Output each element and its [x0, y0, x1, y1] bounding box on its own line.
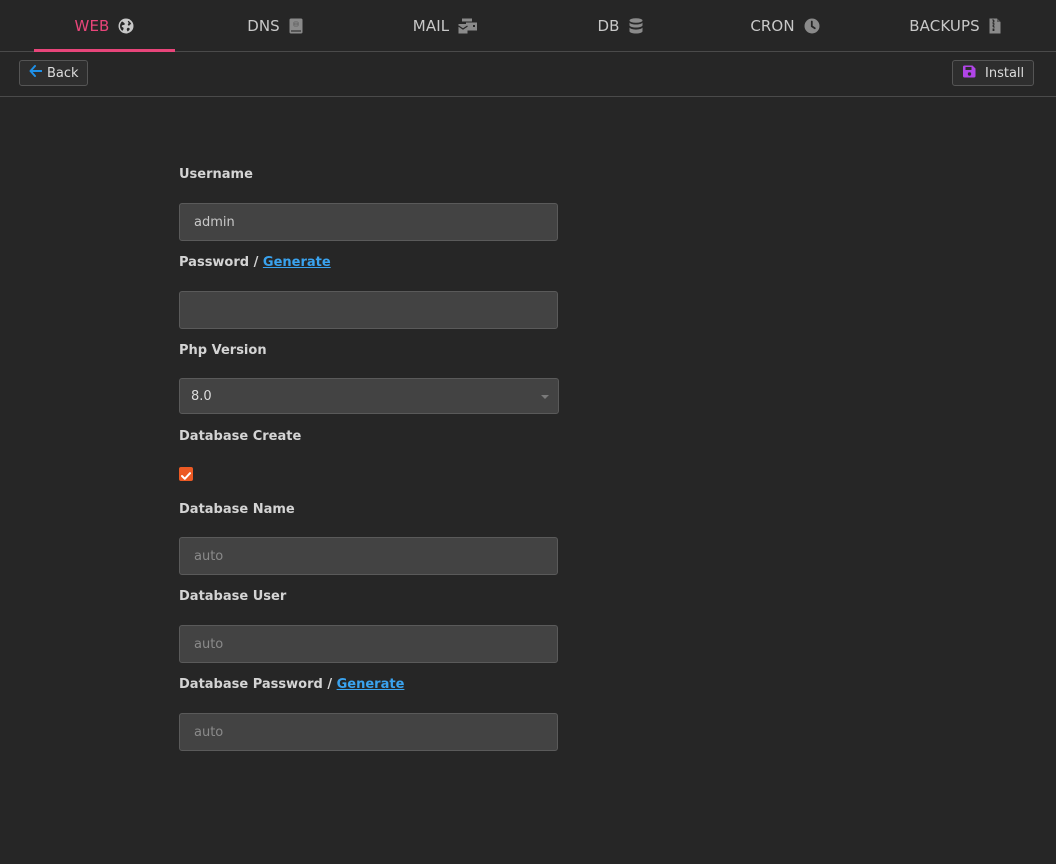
- php-version-select[interactable]: 8.0: [179, 378, 559, 414]
- tab-bar: WEB DNS MAIL DB CRON BACKUPS: [0, 0, 1056, 52]
- php-version-selected: 8.0: [191, 388, 212, 404]
- checkmark-icon: [181, 465, 191, 484]
- tab-web[interactable]: WEB: [34, 0, 175, 52]
- tab-cron-label: CRON: [750, 16, 795, 35]
- tab-web-label: WEB: [74, 16, 110, 35]
- database-user-input[interactable]: [179, 625, 558, 663]
- password-label: Password / Generate: [179, 255, 331, 270]
- database-password-label-separator: /: [322, 677, 337, 692]
- tab-mail-label: MAIL: [412, 16, 450, 35]
- install-button[interactable]: Install: [952, 60, 1034, 86]
- tab-db[interactable]: DB: [555, 0, 685, 51]
- chevron-down-icon: [541, 395, 549, 399]
- address-book-icon: [289, 18, 303, 34]
- database-name-label: Database Name: [179, 502, 295, 517]
- database-password-label-text: Database Password: [179, 677, 323, 692]
- tab-backups[interactable]: BACKUPS: [885, 0, 1025, 51]
- database-icon: [629, 17, 643, 34]
- tab-backups-label: BACKUPS: [909, 16, 980, 35]
- database-password-input[interactable]: [179, 713, 558, 751]
- password-input[interactable]: [179, 291, 558, 329]
- tab-dns[interactable]: DNS: [210, 0, 340, 51]
- tab-cron[interactable]: CRON: [720, 0, 850, 51]
- install-button-label: Install: [985, 65, 1025, 81]
- database-user-label: Database User: [179, 589, 287, 604]
- database-name-input[interactable]: [179, 537, 558, 575]
- back-button-label: Back: [47, 65, 79, 81]
- mail-bulk-icon: [458, 18, 478, 34]
- database-create-label: Database Create: [179, 429, 302, 444]
- toolbar: Back Install: [0, 52, 1056, 97]
- database-password-label: Database Password / Generate: [179, 677, 404, 692]
- database-password-generate-link[interactable]: Generate: [337, 677, 405, 692]
- arrow-left-icon: [29, 65, 47, 81]
- password-generate-link[interactable]: Generate: [263, 255, 331, 270]
- back-button[interactable]: Back: [19, 60, 88, 86]
- php-version-label: Php Version: [179, 343, 267, 358]
- file-archive-icon: [989, 18, 1001, 34]
- username-label: Username: [179, 167, 253, 182]
- tab-mail[interactable]: MAIL: [380, 0, 510, 51]
- username-input[interactable]: [179, 203, 558, 241]
- globe-icon: [118, 18, 134, 34]
- database-create-checkbox[interactable]: [179, 467, 193, 481]
- password-label-separator: /: [249, 255, 263, 270]
- tab-db-label: DB: [597, 16, 620, 35]
- password-label-text: Password: [179, 255, 250, 270]
- clock-icon: [804, 18, 820, 34]
- tab-dns-label: DNS: [247, 16, 280, 35]
- save-icon: [963, 65, 985, 82]
